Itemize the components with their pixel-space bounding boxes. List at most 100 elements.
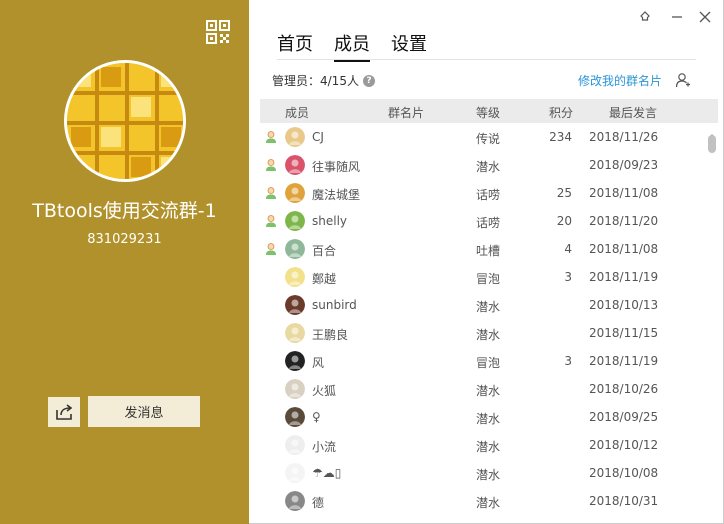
tab-home[interactable]: 首页 [277, 30, 313, 62]
member-name[interactable]: ♀ [312, 410, 321, 424]
member-row[interactable]: ♀ 潜水 2018/09/25 [260, 403, 708, 431]
member-level: 冒泡 [476, 356, 501, 370]
member-last-speak: 2018/11/08 [589, 242, 659, 256]
member-level: 潜水 [476, 300, 501, 314]
edit-group-card-link[interactable]: 修改我的群名片 [578, 72, 662, 89]
member-avatar[interactable] [285, 463, 305, 483]
member-name[interactable]: 鄭越 [312, 270, 336, 287]
member-row[interactable]: 风 冒泡 3 2018/11/19 [260, 347, 708, 375]
share-icon [56, 404, 73, 420]
scroll-up-icon[interactable] [707, 125, 717, 139]
member-last-speak: 2018/11/15 [589, 326, 659, 340]
member-row[interactable]: 火狐 潜水 2018/10/26 [260, 375, 708, 403]
member-level: 冒泡 [476, 272, 501, 286]
admin-icon [264, 186, 278, 200]
member-name[interactable]: 火狐 [312, 382, 336, 399]
member-level: 潜水 [476, 160, 501, 174]
member-row[interactable]: sunbird 潜水 2018/10/13 [260, 291, 708, 319]
member-level: 传说 [476, 132, 501, 146]
member-level: 潜水 [476, 328, 501, 342]
member-name[interactable]: CJ [312, 130, 324, 144]
member-level: 潜水 [476, 412, 501, 426]
member-row[interactable]: 百合 吐槽 4 2018/11/08 [260, 235, 708, 263]
minimize-icon[interactable] [668, 8, 686, 26]
qr-code-icon[interactable] [206, 20, 230, 44]
member-table-header: 成员 群名片 等级 积分 最后发言 [260, 99, 718, 123]
send-message-button[interactable]: 发消息 [88, 396, 200, 427]
member-level: 话唠 [476, 188, 501, 202]
group-id: 831029231 [87, 232, 162, 247]
member-row[interactable]: 小流 潜水 2018/10/12 [260, 431, 708, 459]
member-avatar[interactable] [285, 435, 305, 455]
member-avatar[interactable] [285, 155, 305, 175]
member-last-speak: 2018/10/31 [589, 494, 659, 508]
member-last-speak: 2018/09/25 [589, 410, 659, 424]
member-row[interactable]: 王鹏良 潜水 2018/11/15 [260, 319, 708, 347]
col-points[interactable]: 积分 [549, 104, 573, 121]
col-last-speak[interactable]: 最后发言 [609, 104, 657, 121]
member-last-speak: 2018/11/19 [589, 270, 659, 284]
col-level[interactable]: 等级 [476, 104, 500, 121]
member-name[interactable]: 往事随风 [312, 158, 360, 175]
member-points: 4 [564, 242, 572, 256]
member-name[interactable]: sunbird [312, 298, 357, 312]
tab-members[interactable]: 成员 [334, 30, 370, 62]
member-name[interactable]: 小流 [312, 438, 336, 455]
member-list: CJ 传说 234 2018/11/26 往事随风 潜水 2018/09/23 魔法城堡 话唠 2… [260, 123, 708, 515]
admin-icon [264, 242, 278, 256]
member-row[interactable]: 鄭越 冒泡 3 2018/11/19 [260, 263, 708, 291]
member-row[interactable]: 德 潜水 2018/10/31 [260, 487, 708, 515]
member-row[interactable]: 往事随风 潜水 2018/09/23 [260, 151, 708, 179]
col-group-card[interactable]: 群名片 [388, 104, 424, 121]
member-avatar[interactable] [285, 239, 305, 259]
member-last-speak: 2018/11/20 [589, 214, 659, 228]
member-panel: 首页 成员 设置 管理员：4/15人 ? 修改我的群名片 成员 群名片 等级 积… [249, 0, 724, 524]
member-row[interactable]: shelly 话唠 20 2018/11/20 [260, 207, 708, 235]
help-icon[interactable]: ? [362, 74, 375, 87]
member-avatar[interactable] [285, 491, 305, 511]
person-settings-icon[interactable] [675, 72, 691, 88]
member-last-speak: 2018/10/13 [589, 298, 659, 312]
member-avatar[interactable] [285, 295, 305, 315]
member-last-speak: 2018/11/08 [589, 186, 659, 200]
member-avatar[interactable] [285, 407, 305, 427]
member-row[interactable]: 魔法城堡 话唠 25 2018/11/08 [260, 179, 708, 207]
member-name[interactable]: 风 [312, 354, 324, 371]
admin-count-label: 管理员：4/15人 [272, 74, 359, 88]
member-last-speak: 2018/09/23 [589, 158, 659, 172]
tab-bar: 首页 成员 设置 [277, 30, 427, 62]
member-level: 话唠 [476, 216, 501, 230]
member-avatar[interactable] [285, 323, 305, 343]
admin-count: 管理员：4/15人 ? [272, 72, 375, 89]
member-name[interactable]: shelly [312, 214, 347, 228]
member-name[interactable]: ☂☁▯ [312, 466, 341, 480]
member-level: 潜水 [476, 440, 501, 454]
member-name[interactable]: 德 [312, 494, 324, 511]
member-avatar[interactable] [285, 267, 305, 287]
member-avatar[interactable] [285, 211, 305, 231]
tab-settings[interactable]: 设置 [391, 30, 427, 62]
scroll-thumb[interactable] [708, 135, 716, 153]
col-member[interactable]: 成员 [285, 104, 309, 121]
member-name[interactable]: 百合 [312, 242, 336, 259]
pin-icon[interactable] [636, 8, 654, 26]
member-last-speak: 2018/11/19 [589, 354, 659, 368]
close-icon[interactable] [696, 8, 714, 26]
member-name[interactable]: 魔法城堡 [312, 186, 360, 203]
admin-icon [264, 214, 278, 228]
member-level: 潜水 [476, 468, 501, 482]
group-sidebar: TBtools使用交流群-1 831029231 发消息 [0, 0, 249, 524]
share-button[interactable] [48, 397, 80, 427]
member-row[interactable]: ☂☁▯ 潜水 2018/10/08 [260, 459, 708, 487]
member-points: 234 [549, 130, 572, 144]
member-level: 吐槽 [476, 244, 501, 258]
member-avatar[interactable] [285, 379, 305, 399]
member-row[interactable]: CJ 传说 234 2018/11/26 [260, 123, 708, 151]
member-avatar[interactable] [285, 183, 305, 203]
member-avatar[interactable] [285, 127, 305, 147]
scrollbar[interactable] [707, 125, 717, 519]
member-level: 潜水 [476, 496, 501, 510]
group-avatar[interactable] [64, 60, 186, 182]
member-avatar[interactable] [285, 351, 305, 371]
member-name[interactable]: 王鹏良 [312, 326, 348, 343]
